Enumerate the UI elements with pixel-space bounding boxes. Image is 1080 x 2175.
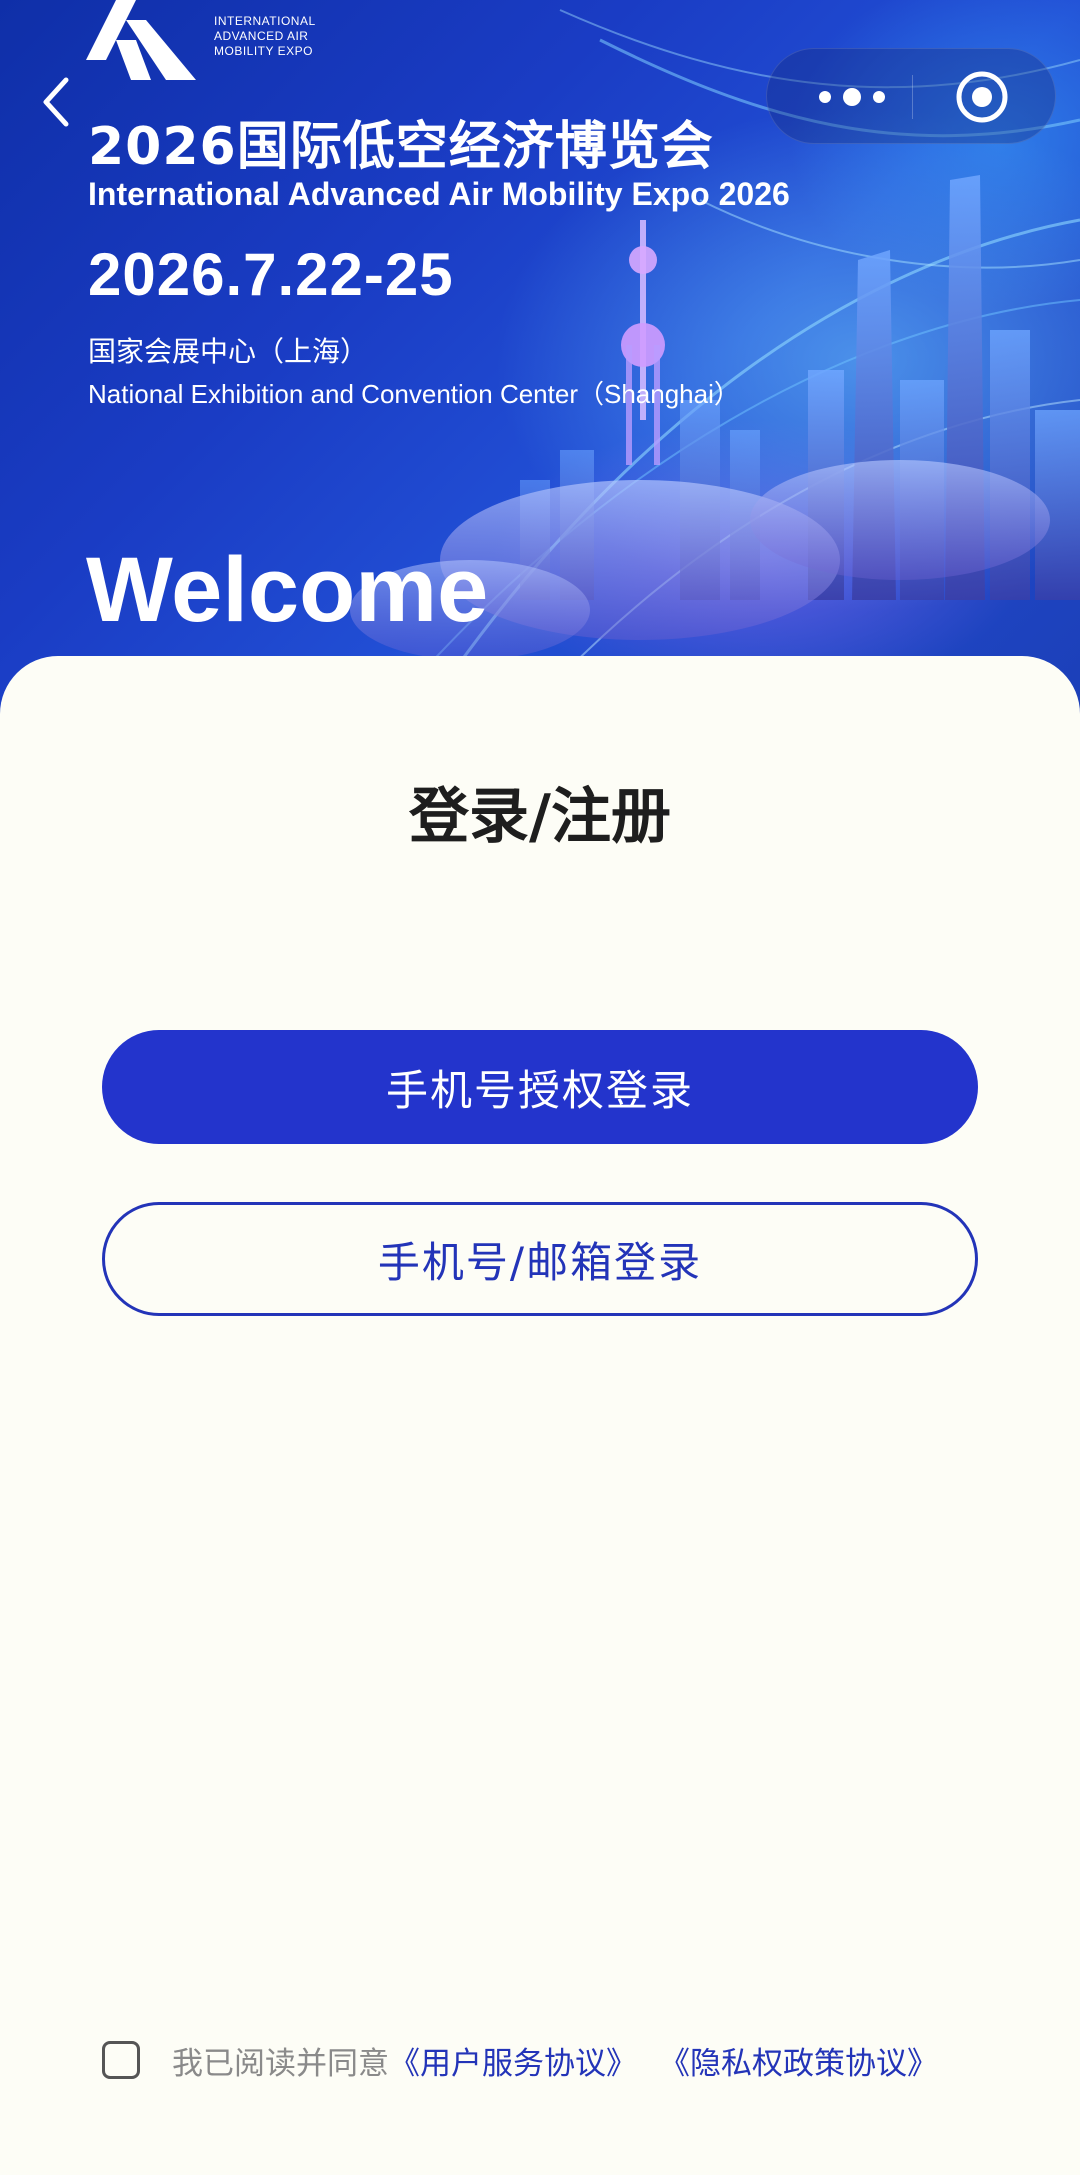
agreement-row: 我已阅读并同意 《用户服务协议》 《隐私权政策协议》 — [102, 2036, 938, 2084]
hero-banner: INTERNATIONAL ADVANCED AIR MOBILITY EXPO… — [0, 0, 1080, 720]
hero-date: 2026.7.22-25 — [88, 241, 454, 308]
more-dots-icon[interactable] — [811, 77, 893, 117]
phone-email-login-label: 手机号/邮箱登录 — [377, 1237, 703, 1287]
user-agreement-link[interactable]: 《用户服务协议》 — [389, 2038, 637, 2083]
phone-auth-login-button[interactable]: 手机号授权登录 — [102, 1030, 978, 1144]
hero-venue-en: National Exhibition and Convention Cente… — [88, 379, 740, 409]
agreement-prefix: 我已阅读并同意 — [172, 2045, 389, 2082]
logo-line: ADVANCED AIR — [214, 29, 309, 43]
agreement-checkbox[interactable] — [102, 2041, 140, 2079]
login-title: 登录/注册 — [409, 782, 671, 852]
login-sheet: 登录/注册 手机号授权登录 手机号/邮箱登录 我已阅读并同意 《用户服务协议》 … — [0, 656, 1080, 2175]
logo-text: INTERNATIONAL ADVANCED AIR MOBILITY EXPO — [214, 14, 316, 59]
capsule-menu — [766, 48, 1056, 144]
capsule-divider — [912, 75, 913, 119]
privacy-policy-link[interactable]: 《隐私权政策协议》 — [659, 2038, 938, 2083]
phone-email-login-button[interactable]: 手机号/邮箱登录 — [102, 1202, 978, 1316]
logo-line: INTERNATIONAL — [214, 14, 316, 28]
hero-venue-cn: 国家会展中心（上海） — [88, 335, 369, 368]
chevron-left-icon[interactable] — [36, 72, 80, 132]
hero-subtitle: International Advanced Air Mobility Expo… — [88, 176, 790, 212]
target-circle-icon[interactable] — [955, 70, 1009, 124]
phone-auth-login-label: 手机号授权登录 — [385, 1065, 694, 1115]
hero-title: 2026国际低空经济博览会 — [88, 117, 714, 177]
welcome-heading: Welcome — [86, 539, 489, 641]
logo-line: MOBILITY EXPO — [214, 44, 313, 58]
expo-logo-icon — [86, 0, 196, 80]
